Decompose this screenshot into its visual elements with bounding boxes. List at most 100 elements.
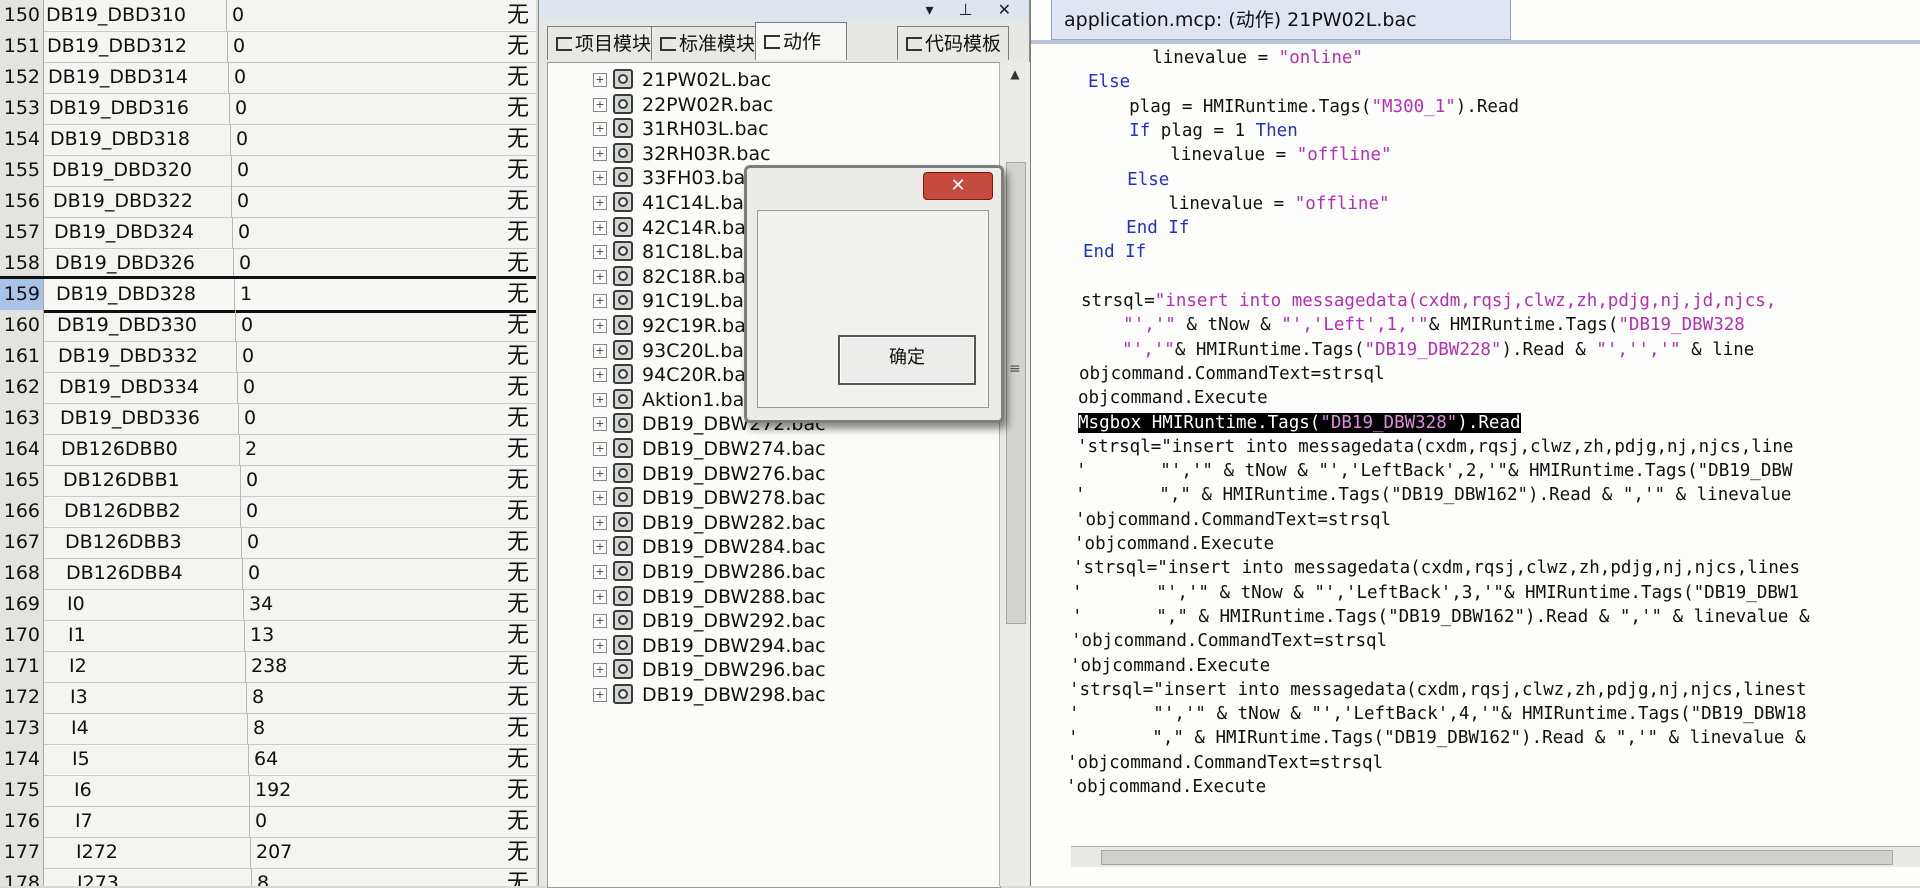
column-divider [241, 527, 242, 558]
table-row[interactable]: 170 I1 13 无 [0, 620, 536, 652]
tab-project-modules[interactable]: 项目模块 [547, 26, 652, 60]
tag-name: I273 [77, 872, 119, 886]
editor-horizontal-scrollbar[interactable] [1071, 846, 1920, 867]
code-line: If plag = 1 Then [1087, 121, 1298, 141]
expand-icon[interactable]: + [593, 319, 607, 333]
tab-code-templates[interactable]: 代码模板 [897, 26, 1009, 60]
code-line: 'strsql="insert into messagedata(cxdm,rq… [1077, 437, 1793, 457]
expand-icon[interactable]: + [593, 73, 607, 87]
expand-icon[interactable]: + [593, 97, 607, 112]
expand-icon[interactable]: + [593, 146, 607, 161]
table-row[interactable]: 174 I5 64 无 [0, 744, 536, 776]
action-file-icon [613, 610, 633, 631]
expand-icon[interactable]: + [593, 515, 607, 530]
table-row[interactable]: 155 DB19_DBD320 0 无 [0, 155, 536, 187]
code-line: 'objcommand.Execute [1066, 777, 1266, 797]
table-row[interactable]: 152 DB19_DBD314 0 无 [0, 62, 536, 94]
table-row[interactable]: 176 I7 0 无 [0, 806, 536, 838]
expand-icon[interactable]: + [593, 638, 607, 653]
scroll-up-arrow-icon[interactable]: ▲ [1000, 62, 1030, 86]
expand-icon[interactable]: + [593, 540, 607, 555]
code-token: Else [1127, 169, 1170, 190]
expand-icon[interactable]: + [593, 245, 607, 260]
table-row[interactable]: 175 I6 192 无 [0, 775, 536, 807]
row-number: 164 [0, 434, 44, 465]
code-line: ' "','" & tNow & "','LeftBack',4,'"& HMI… [1069, 704, 1807, 724]
table-row[interactable]: 168 DB126DBB4 0 无 [0, 558, 536, 590]
code-token: ' "','" & tNow & "','LeftBack',4,'"& HMI… [1069, 704, 1807, 725]
column-divider [238, 403, 239, 434]
expand-icon[interactable]: + [593, 663, 607, 678]
table-row[interactable]: 167 DB126DBB3 0 无 [0, 527, 536, 559]
code-token: ' "','" & tNow & "','LeftBack',3,'"& HMI… [1072, 582, 1799, 603]
expand-icon[interactable]: + [593, 442, 607, 456]
table-row[interactable]: 164 DB126DBB0 2 无 [0, 434, 536, 466]
table-row[interactable]: 166 DB126DBB2 0 无 [0, 496, 536, 528]
table-row[interactable]: 159 DB19_DBD328 1 无 [0, 276, 536, 313]
row-number: 162 [0, 372, 44, 403]
tag-value: 2 [245, 438, 258, 460]
table-row[interactable]: 160 DB19_DBD330 0 无 [0, 310, 536, 342]
table-row[interactable]: 177 I272 207 无 [0, 837, 536, 869]
expand-icon[interactable]: + [593, 368, 607, 383]
table-row[interactable]: 165 DB126DBB1 0 无 [0, 465, 536, 497]
tab-actions[interactable]: 动作 [755, 22, 847, 60]
table-row[interactable]: 162 DB19_DBD334 0 无 [0, 372, 536, 404]
row-number: 159 [0, 279, 44, 310]
expand-icon[interactable]: + [593, 220, 607, 235]
expand-icon[interactable]: + [593, 688, 607, 702]
row-number: 158 [0, 248, 44, 279]
table-row[interactable]: 172 I3 8 无 [0, 682, 536, 714]
action-file-icon [613, 487, 633, 508]
ok-button[interactable]: 确定 [838, 335, 976, 385]
panel-window-controls[interactable]: ▾ ⊥ ✕ [925, 0, 1021, 19]
tag-name: DB19_DBD334 [59, 376, 199, 398]
row-number: 152 [0, 62, 44, 93]
expand-icon[interactable]: + [593, 343, 607, 358]
editor-tab[interactable]: application.mcp: (动作) 21PW02L.bac [1051, 0, 1511, 40]
close-button[interactable]: ✕ [923, 172, 993, 200]
code-area[interactable]: linevalue = "online" Else plag = HMIRunti… [1031, 44, 1920, 844]
expand-icon[interactable]: + [593, 171, 607, 186]
tag-name: DB126DBB3 [65, 531, 182, 553]
action-file-icon [613, 388, 633, 409]
code-line: ' "','" & tNow & "','LeftBack',3,'"& HMI… [1072, 583, 1799, 603]
expand-icon[interactable]: + [593, 491, 607, 506]
table-row[interactable]: 161 DB19_DBD332 0 无 [0, 341, 536, 373]
scroll-thumb[interactable] [1101, 850, 1893, 865]
expand-icon[interactable]: + [593, 417, 607, 432]
tag-value: 13 [250, 624, 275, 646]
table-row[interactable]: 169 I0 34 无 [0, 589, 536, 621]
expand-icon[interactable]: + [593, 589, 607, 604]
table-row[interactable]: 178 I273 8 无 [0, 868, 536, 886]
tree-item[interactable]: + DB19_DBW298.bac [548, 680, 988, 710]
scroll-thumb[interactable] [1006, 162, 1026, 624]
expand-icon[interactable]: + [593, 294, 607, 309]
table-row[interactable]: 173 I4 8 无 [0, 713, 536, 745]
table-row[interactable]: 151 DB19_DBD312 0 无 [0, 31, 536, 63]
table-row[interactable]: 156 DB19_DBD322 0 无 [0, 186, 536, 218]
code-line: 'objcommand.CommandText=strsql [1071, 631, 1387, 651]
expand-icon[interactable]: + [593, 565, 607, 579]
panel-tabs: 项目模块 标准模块 动作 代码模板 [547, 22, 1029, 62]
column-divider [231, 155, 232, 186]
table-row[interactable]: 153 DB19_DBD316 0 无 [0, 93, 536, 125]
expand-icon[interactable]: + [593, 614, 607, 629]
table-row[interactable]: 171 I2 238 无 [0, 651, 536, 683]
expand-icon[interactable]: + [593, 122, 607, 137]
action-file-icon [613, 290, 633, 311]
code-token: ).Read [1455, 96, 1519, 117]
tab-standard-modules[interactable]: 标准模块 [651, 26, 756, 60]
expand-icon[interactable]: + [593, 392, 607, 407]
table-row[interactable]: 163 DB19_DBD336 0 无 [0, 403, 536, 435]
action-file-icon [613, 315, 633, 335]
table-row[interactable]: 150 DB19_DBD310 0 无 [0, 0, 536, 32]
table-row[interactable]: 154 DB19_DBD318 0 无 [0, 124, 536, 156]
row-number: 167 [0, 527, 44, 558]
expand-icon[interactable]: + [593, 196, 607, 210]
column-divider [251, 868, 252, 886]
tag-flag: 无 [506, 158, 529, 183]
expand-icon[interactable]: + [593, 269, 607, 284]
expand-icon[interactable]: + [593, 466, 607, 481]
table-row[interactable]: 157 DB19_DBD324 0 无 [0, 217, 536, 249]
